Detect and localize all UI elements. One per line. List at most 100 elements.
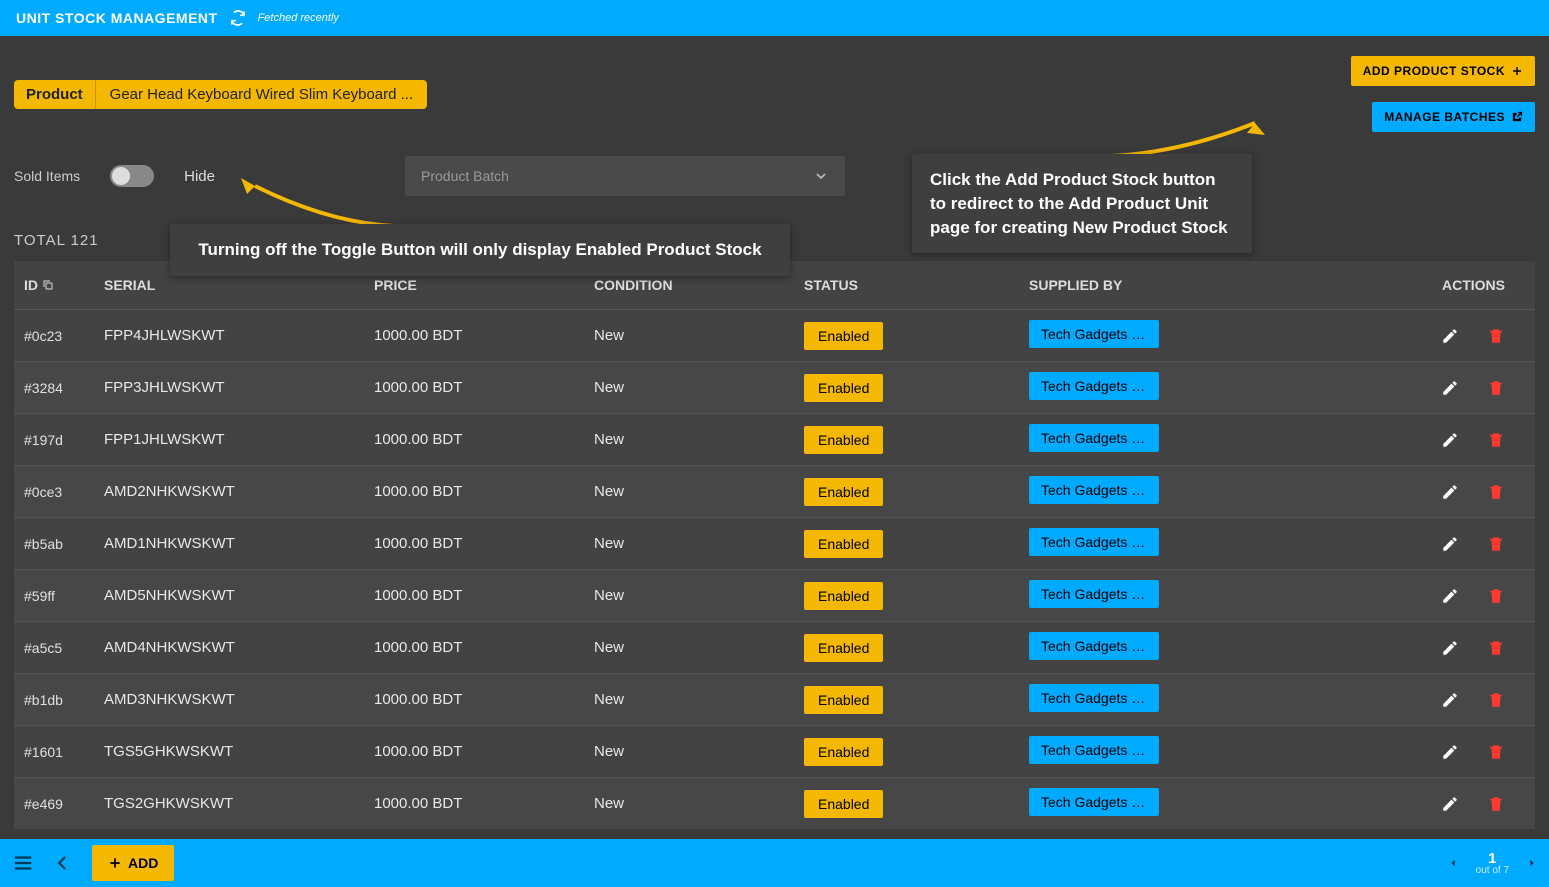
supplier-badge[interactable]: Tech Gadgets Su...: [1029, 424, 1159, 452]
supplier-badge[interactable]: Tech Gadgets Su...: [1029, 476, 1159, 504]
cell-id: #b1db: [24, 692, 104, 708]
cell-price: 1000.00 BDT: [374, 691, 594, 708]
col-id[interactable]: ID: [24, 277, 104, 293]
cell-supplier: Tech Gadgets Su...: [1029, 372, 1329, 404]
delete-icon[interactable]: [1487, 795, 1505, 813]
cell-id: #1601: [24, 744, 104, 760]
edit-icon[interactable]: [1441, 535, 1459, 553]
edit-icon[interactable]: [1441, 743, 1459, 761]
status-badge[interactable]: Enabled: [804, 790, 883, 818]
cell-actions: [1329, 639, 1525, 657]
cell-price: 1000.00 BDT: [374, 379, 594, 396]
top-bar: UNIT STOCK MANAGEMENT Fetched recently: [0, 0, 1549, 36]
edit-icon[interactable]: [1441, 327, 1459, 345]
delete-icon[interactable]: [1487, 327, 1505, 345]
status-badge[interactable]: Enabled: [804, 686, 883, 714]
menu-icon[interactable]: [12, 852, 34, 874]
fetched-label: Fetched recently: [258, 12, 339, 24]
col-serial[interactable]: SERIAL: [104, 277, 374, 293]
col-condition[interactable]: CONDITION: [594, 277, 804, 293]
product-pill-value: Gear Head Keyboard Wired Slim Keyboard .…: [95, 80, 427, 109]
pager-next-icon[interactable]: [1527, 856, 1537, 870]
col-supplied-by[interactable]: SUPPLIED BY: [1029, 277, 1329, 293]
edit-icon[interactable]: [1441, 587, 1459, 605]
add-button[interactable]: ADD: [92, 845, 174, 881]
col-status[interactable]: STATUS: [804, 277, 1029, 293]
manage-batches-button[interactable]: MANAGE BATCHES: [1372, 102, 1535, 132]
table-row: #0ce3AMD2NHKWSKWT1000.00 BDTNewEnabledTe…: [14, 465, 1535, 517]
delete-icon[interactable]: [1487, 639, 1505, 657]
product-batch-placeholder: Product Batch: [421, 168, 509, 184]
cell-id: #59ff: [24, 588, 104, 604]
delete-icon[interactable]: [1487, 483, 1505, 501]
supplier-badge[interactable]: Tech Gadgets Su...: [1029, 632, 1159, 660]
add-product-stock-label: ADD PRODUCT STOCK: [1363, 64, 1505, 78]
cell-id: #0c23: [24, 328, 104, 344]
status-badge[interactable]: Enabled: [804, 530, 883, 558]
col-price[interactable]: PRICE: [374, 277, 594, 293]
cell-status: Enabled: [804, 426, 1029, 454]
add-product-stock-button[interactable]: ADD PRODUCT STOCK: [1351, 56, 1535, 86]
product-pill-label: Product: [14, 80, 95, 109]
sold-items-toggle[interactable]: [110, 165, 154, 187]
delete-icon[interactable]: [1487, 379, 1505, 397]
hide-label: Hide: [184, 168, 215, 185]
supplier-badge[interactable]: Tech Gadgets Su...: [1029, 736, 1159, 764]
edit-icon[interactable]: [1441, 639, 1459, 657]
cell-status: Enabled: [804, 582, 1029, 610]
add-button-label: ADD: [128, 855, 158, 871]
supplier-badge[interactable]: Tech Gadgets Su...: [1029, 580, 1159, 608]
edit-icon[interactable]: [1441, 379, 1459, 397]
product-batch-select[interactable]: Product Batch: [405, 156, 845, 196]
edit-icon[interactable]: [1441, 795, 1459, 813]
delete-icon[interactable]: [1487, 587, 1505, 605]
pager-prev-icon[interactable]: [1448, 856, 1458, 870]
status-badge[interactable]: Enabled: [804, 322, 883, 350]
cell-serial: FPP4JHLWSKWT: [104, 327, 374, 344]
status-badge[interactable]: Enabled: [804, 634, 883, 662]
table-row: #59ffAMD5NHKWSKWT1000.00 BDTNewEnabledTe…: [14, 569, 1535, 621]
refresh-icon[interactable]: [230, 10, 246, 26]
edit-icon[interactable]: [1441, 483, 1459, 501]
supplier-badge[interactable]: Tech Gadgets Su...: [1029, 528, 1159, 556]
back-icon[interactable]: [54, 854, 72, 872]
cell-price: 1000.00 BDT: [374, 483, 594, 500]
table-row: #b1dbAMD3NHKWSKWT1000.00 BDTNewEnabledTe…: [14, 673, 1535, 725]
cell-id: #b5ab: [24, 536, 104, 552]
table-row: #3284FPP3JHLWSKWT1000.00 BDTNewEnabledTe…: [14, 361, 1535, 413]
status-badge[interactable]: Enabled: [804, 374, 883, 402]
cell-supplier: Tech Gadgets Su...: [1029, 788, 1329, 820]
cell-status: Enabled: [804, 634, 1029, 662]
cell-id: #3284: [24, 380, 104, 396]
stock-table: ID SERIAL PRICE CONDITION STATUS SUPPLIE…: [14, 261, 1535, 829]
cell-condition: New: [594, 587, 804, 604]
status-badge[interactable]: Enabled: [804, 738, 883, 766]
delete-icon[interactable]: [1487, 535, 1505, 553]
cell-serial: AMD2NHKWSKWT: [104, 483, 374, 500]
status-badge[interactable]: Enabled: [804, 582, 883, 610]
cell-condition: New: [594, 743, 804, 760]
copy-icon: [42, 279, 54, 291]
cell-serial: FPP3JHLWSKWT: [104, 379, 374, 396]
table-row: #e469TGS2GHKWSKWT1000.00 BDTNewEnabledTe…: [14, 777, 1535, 829]
delete-icon[interactable]: [1487, 743, 1505, 761]
supplier-badge[interactable]: Tech Gadgets Su...: [1029, 684, 1159, 712]
edit-icon[interactable]: [1441, 691, 1459, 709]
delete-icon[interactable]: [1487, 431, 1505, 449]
cell-status: Enabled: [804, 374, 1029, 402]
status-badge[interactable]: Enabled: [804, 426, 883, 454]
table-row: #1601TGS5GHKWSKWT1000.00 BDTNewEnabledTe…: [14, 725, 1535, 777]
edit-icon[interactable]: [1441, 431, 1459, 449]
cell-actions: [1329, 587, 1525, 605]
cell-supplier: Tech Gadgets Su...: [1029, 476, 1329, 508]
table-row: #b5abAMD1NHKWSKWT1000.00 BDTNewEnabledTe…: [14, 517, 1535, 569]
cell-price: 1000.00 BDT: [374, 431, 594, 448]
delete-icon[interactable]: [1487, 691, 1505, 709]
cell-actions: [1329, 327, 1525, 345]
supplier-badge[interactable]: Tech Gadgets Su...: [1029, 320, 1159, 348]
table-row: #197dFPP1JHLWSKWT1000.00 BDTNewEnabledTe…: [14, 413, 1535, 465]
supplier-badge[interactable]: Tech Gadgets Su...: [1029, 372, 1159, 400]
status-badge[interactable]: Enabled: [804, 478, 883, 506]
supplier-badge[interactable]: Tech Gadgets Su...: [1029, 788, 1159, 816]
external-link-icon: [1511, 111, 1523, 123]
